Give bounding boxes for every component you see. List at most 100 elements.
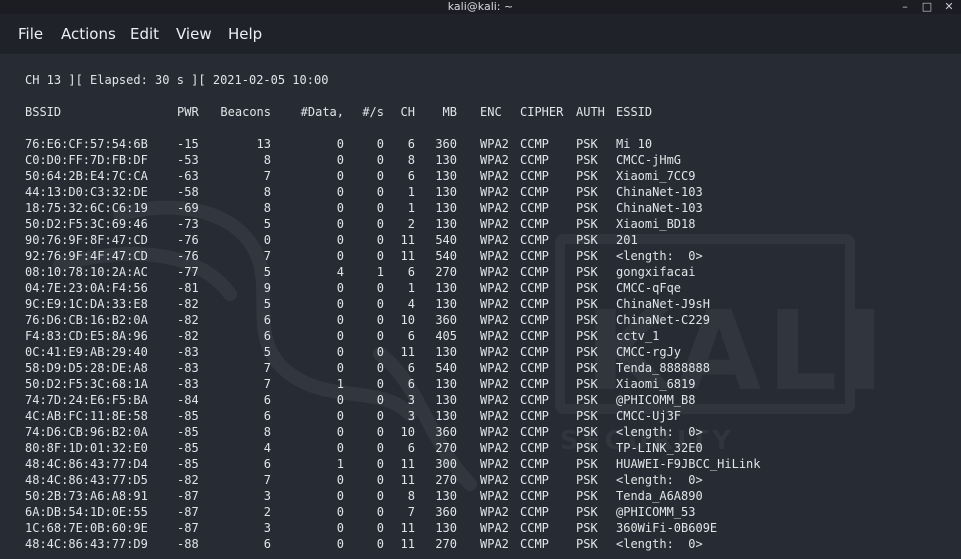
scrollbar[interactable] — [952, 54, 961, 559]
cell-bssid: 9C:E9:1C:DA:33:E8 — [25, 297, 148, 311]
table-row: 50:D2:F5:3C:68:1A -83 7 1 0 6 130 WPA2 CCMP PSK Xi… — [0, 376, 961, 392]
menu-file[interactable]: File — [18, 25, 43, 43]
cell-mb: 405 — [435, 329, 457, 343]
cell-ch: 6 — [407, 361, 415, 375]
cell-beacons: 6 — [263, 457, 271, 471]
cell-rate: 0 — [376, 409, 384, 423]
cell-auth: PSK — [576, 361, 598, 375]
menu-view[interactable]: View — [176, 25, 212, 43]
window-title-bar[interactable]: kali@kali: ~ – □ ✕ — [0, 0, 961, 14]
cell-rate: 0 — [376, 233, 384, 247]
cell-ch: 3 — [407, 409, 415, 423]
cell-beacons: 3 — [263, 521, 271, 535]
cell-ch: 6 — [407, 441, 415, 455]
cell-bssid: C0:D0:FF:7D:FB:DF — [25, 153, 148, 167]
cell-beacons: 6 — [263, 313, 271, 327]
cell-rate: 0 — [376, 249, 384, 263]
cell-mb: 360 — [435, 505, 457, 519]
cell-ch: 8 — [407, 489, 415, 503]
cell-cipher: CCMP — [520, 505, 549, 519]
header-rate: #/s — [362, 105, 384, 119]
cell-cipher: CCMP — [520, 249, 549, 263]
cell-mb: 130 — [435, 409, 457, 423]
cell-cipher: CCMP — [520, 377, 549, 391]
cell-bssid: 08:10:78:10:2A:AC — [25, 265, 148, 279]
cell-auth: PSK — [576, 185, 598, 199]
cell-rate: 0 — [376, 217, 384, 231]
cell-beacons: 7 — [263, 473, 271, 487]
minimize-icon[interactable]: – — [896, 0, 914, 14]
cell-rate: 0 — [376, 329, 384, 343]
table-row: 04:7E:23:0A:F4:56 -81 9 0 0 1 130 WPA2 CCMP PSK CM… — [0, 280, 961, 296]
cell-enc: WPA2 — [480, 393, 509, 407]
cell-mb: 130 — [435, 201, 457, 215]
cell-pwr: -87 — [177, 489, 199, 503]
cell-cipher: CCMP — [520, 489, 549, 503]
cell-essid: gongxifacai — [616, 265, 696, 279]
cell-bssid: 48:4C:86:43:77:D9 — [25, 537, 148, 551]
cell-beacons: 6 — [263, 537, 271, 551]
cell-pwr: -83 — [177, 345, 199, 359]
header-bssid: BSSID — [25, 105, 62, 119]
terminal-area[interactable]: KALI SECURITY CH 13 ][ Elapsed: 30 s ][ … — [0, 54, 961, 559]
header-enc: ENC — [480, 105, 502, 119]
cell-bssid: 6A:DB:54:1D:0E:55 — [25, 505, 148, 519]
cell-pwr: -69 — [177, 201, 199, 215]
cell-mb: 130 — [435, 377, 457, 391]
cell-ch: 11 — [400, 249, 415, 263]
menu-help[interactable]: Help — [228, 25, 262, 43]
cell-mb: 130 — [435, 185, 457, 199]
cell-mb: 540 — [435, 233, 457, 247]
cell-pwr: -87 — [177, 521, 199, 535]
cell-mb: 130 — [435, 489, 457, 503]
cell-ch: 11 — [400, 233, 415, 247]
cell-rate: 0 — [376, 297, 384, 311]
cell-essid: 360WiFi-0B609E — [616, 521, 718, 535]
cell-data: 0 — [336, 425, 344, 439]
status-line: CH 13 ][ Elapsed: 30 s ][ 2021-02-05 10:… — [25, 73, 329, 87]
cell-ch: 10 — [400, 313, 415, 327]
cell-auth: PSK — [576, 393, 598, 407]
cell-enc: WPA2 — [480, 489, 509, 503]
cell-cipher: CCMP — [520, 521, 549, 535]
cell-bssid: 80:8F:1D:01:32:E0 — [25, 441, 148, 455]
cell-mb: 130 — [435, 281, 457, 295]
cell-data: 0 — [336, 521, 344, 535]
table-row: 48:4C:86:43:77:D4 -85 6 1 0 11 300 WPA2 CCMP PSK H… — [0, 456, 961, 472]
menu-actions[interactable]: Actions — [61, 25, 116, 43]
airodump-output: CH 13 ][ Elapsed: 30 s ][ 2021-02-05 10:… — [0, 54, 961, 559]
window-title: kali@kali: ~ — [447, 0, 514, 13]
cell-ch: 11 — [400, 345, 415, 359]
table-row: 90:76:9F:8F:47:CD -76 0 0 0 11 540 WPA2 CCMP PSK 2… — [0, 232, 961, 248]
cell-auth: PSK — [576, 249, 598, 263]
menu-edit[interactable]: Edit — [130, 25, 159, 43]
cell-essid: ChinaNet-C229 — [616, 313, 710, 327]
table-row: 0C:41:E9:AB:29:40 -83 5 0 0 11 130 WPA2 CCMP PSK C… — [0, 344, 961, 360]
cell-pwr: -81 — [177, 281, 199, 295]
cell-mb: 130 — [435, 169, 457, 183]
close-icon[interactable]: ✕ — [940, 0, 958, 14]
cell-beacons: 8 — [263, 185, 271, 199]
cell-pwr: -76 — [177, 249, 199, 263]
cell-bssid: 0C:41:E9:AB:29:40 — [25, 345, 148, 359]
cell-enc: WPA2 — [480, 361, 509, 375]
cell-essid: Tenda_8888888 — [616, 361, 710, 375]
cell-essid: <length: 0> — [616, 249, 703, 263]
cell-auth: PSK — [576, 345, 598, 359]
cell-auth: PSK — [576, 505, 598, 519]
maximize-icon[interactable]: □ — [918, 0, 936, 14]
cell-rate: 0 — [376, 425, 384, 439]
cell-cipher: CCMP — [520, 265, 549, 279]
cell-beacons: 9 — [263, 281, 271, 295]
table-row: 50:D2:F5:3C:69:46 -73 5 0 0 2 130 WPA2 CCMP PSK Xi… — [0, 216, 961, 232]
cell-data: 1 — [336, 457, 344, 471]
cell-bssid: 76:D6:CB:16:B2:0A — [25, 313, 148, 327]
cell-enc: WPA2 — [480, 201, 509, 215]
table-header: BSSID PWR Beacons #Data, #/s CH MB ENC C… — [0, 104, 961, 120]
cell-auth: PSK — [576, 281, 598, 295]
cell-data: 1 — [336, 377, 344, 391]
cell-rate: 0 — [376, 393, 384, 407]
cell-beacons: 5 — [263, 265, 271, 279]
cell-enc: WPA2 — [480, 457, 509, 471]
cell-enc: WPA2 — [480, 473, 509, 487]
